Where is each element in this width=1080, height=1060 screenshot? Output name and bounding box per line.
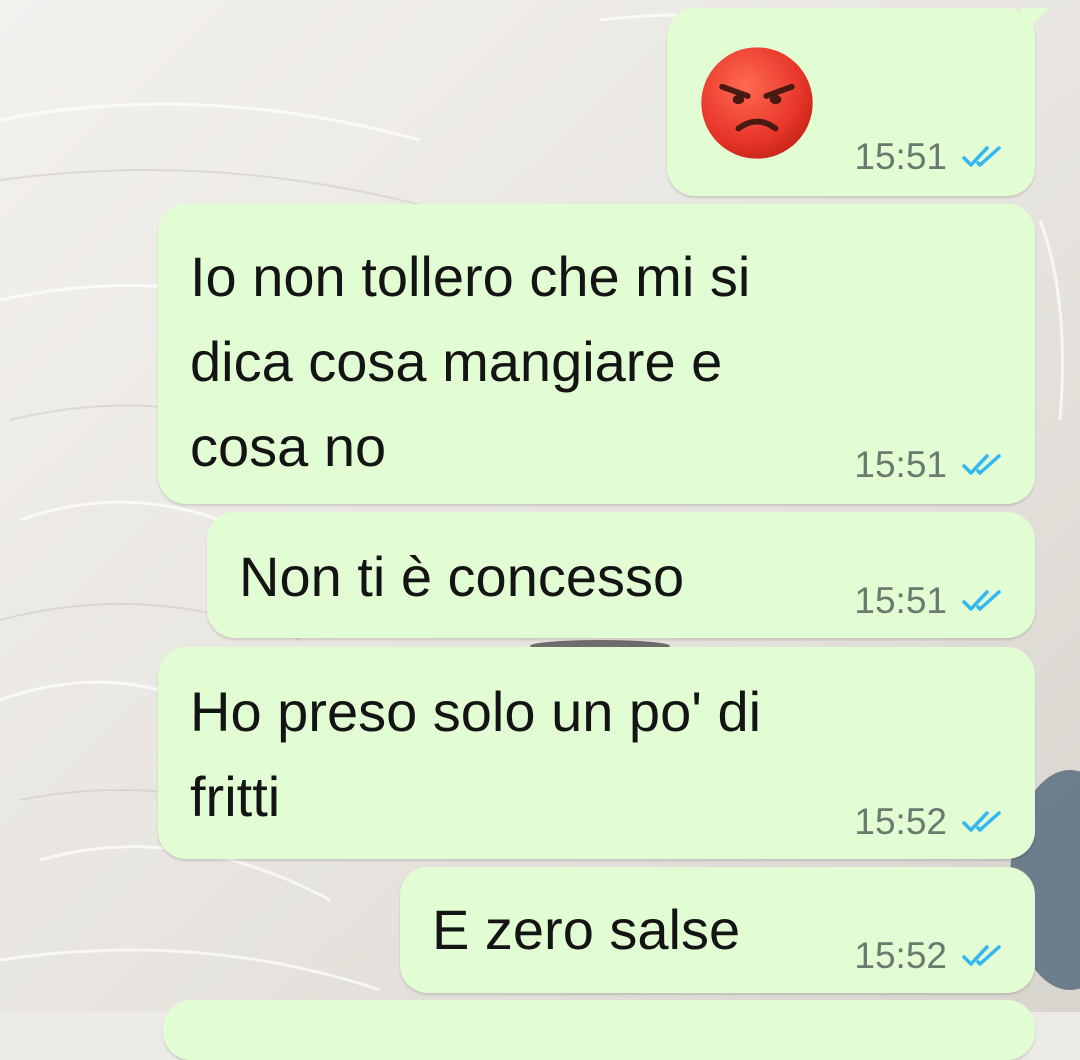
- angry-face-emoji: [701, 47, 813, 159]
- message-time: 15:52: [854, 935, 947, 976]
- message-time: 15:51: [854, 580, 947, 621]
- message-text-line: Non ti è concesso: [239, 545, 685, 608]
- message-list[interactable]: 15:51 Io non tollero che mi si dica cosa…: [0, 0, 1080, 1060]
- message-text-line: fritti: [190, 765, 281, 828]
- message-bubble[interactable]: 15:51: [667, 8, 1049, 196]
- message-text: Ho preso solo un po' di fritti: [190, 669, 761, 839]
- message-meta: 15:51: [854, 580, 1005, 622]
- read-receipt-icon: [962, 590, 1001, 611]
- message-text-line: Io non tollero che mi si: [190, 245, 751, 308]
- message-meta: 15:52: [854, 801, 1005, 843]
- read-receipt-icon: [962, 454, 1001, 475]
- message-time: 15:52: [854, 801, 947, 842]
- message-bubble[interactable]: Ho preso solo un po' di fritti 15:52: [158, 647, 1035, 859]
- message-time: 15:51: [854, 444, 947, 485]
- message-text: E zero salse: [432, 887, 740, 972]
- message-text-line: E zero salse: [432, 898, 741, 961]
- message-bubble[interactable]: Non ti è concesso 15:51: [207, 512, 1035, 638]
- message-text-line: dica cosa mangiare e: [190, 330, 723, 393]
- message-time: 15:51: [854, 136, 947, 177]
- message-bubble[interactable]: E zero salse 15:52: [400, 867, 1035, 993]
- message-bubble-partial[interactable]: [163, 1000, 1035, 1060]
- read-receipt-icon: [962, 811, 1001, 832]
- message-text: Io non tollero che mi si dica cosa mangi…: [190, 234, 750, 489]
- message-text: Non ti è concesso: [239, 534, 684, 619]
- read-receipt-icon: [962, 146, 1001, 167]
- message-text-line: Ho preso solo un po' di: [190, 680, 762, 743]
- message-bubble[interactable]: Io non tollero che mi si dica cosa mangi…: [158, 204, 1035, 504]
- message-meta: 15:51: [854, 444, 1005, 486]
- message-text-line: cosa no: [190, 415, 387, 478]
- message-meta: 15:51: [854, 136, 1005, 178]
- message-meta: 15:52: [854, 935, 1005, 977]
- read-receipt-icon: [962, 945, 1001, 966]
